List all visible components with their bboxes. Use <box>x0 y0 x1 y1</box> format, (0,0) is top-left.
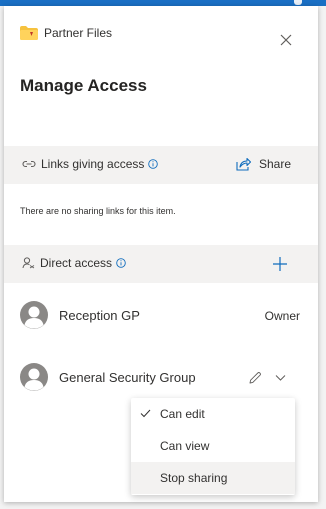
folder-icon <box>20 26 38 40</box>
direct-access-header: Direct access <box>4 245 318 283</box>
direct-access-label: Direct access <box>22 256 131 270</box>
link-icon <box>22 160 36 168</box>
avatar <box>20 363 48 391</box>
menu-item-label: Can edit <box>160 407 205 421</box>
person-name: Reception GP <box>59 308 140 323</box>
person-row-general-security-group[interactable]: General Security Group <box>18 363 308 393</box>
links-section-label: Links giving access <box>22 157 163 171</box>
folder-header: Partner Files <box>20 25 112 41</box>
folder-name: Partner Files <box>44 26 113 40</box>
chevron-down-icon[interactable] <box>275 374 286 382</box>
person-name: General Security Group <box>59 370 196 385</box>
menu-item-label: Stop sharing <box>160 471 228 485</box>
share-label: Share <box>259 157 292 171</box>
checkmark-icon <box>140 409 151 418</box>
share-button[interactable]: Share <box>235 157 291 171</box>
share-icon <box>236 157 251 171</box>
page-title: Manage Access <box>20 76 147 95</box>
permission-menu: Can edit Can view Stop sharing <box>131 398 295 495</box>
info-icon[interactable] <box>116 258 126 268</box>
info-icon[interactable] <box>148 159 159 169</box>
no-links-message: There are no sharing links for this item… <box>20 206 176 216</box>
person-icon <box>22 257 35 269</box>
top-bar-notch <box>294 0 302 5</box>
menu-item-can-view[interactable]: Can view <box>131 430 295 462</box>
avatar <box>20 301 48 329</box>
add-people-button[interactable] <box>270 254 290 274</box>
close-button[interactable] <box>276 30 296 50</box>
links-section-header: Links giving access Share <box>4 146 318 184</box>
menu-item-label: Can view <box>160 439 210 453</box>
pencil-icon[interactable] <box>248 371 262 385</box>
manage-access-panel: Partner Files Manage Access Links giving… <box>4 6 318 502</box>
menu-item-can-edit[interactable]: Can edit <box>131 398 295 430</box>
role-label: Owner <box>264 309 300 323</box>
links-section-title: Links giving access <box>41 157 145 171</box>
menu-item-stop-sharing[interactable]: Stop sharing <box>131 462 295 494</box>
direct-access-title: Direct access <box>40 256 113 270</box>
person-row-reception-gp[interactable]: Reception GP Owner <box>18 301 308 331</box>
